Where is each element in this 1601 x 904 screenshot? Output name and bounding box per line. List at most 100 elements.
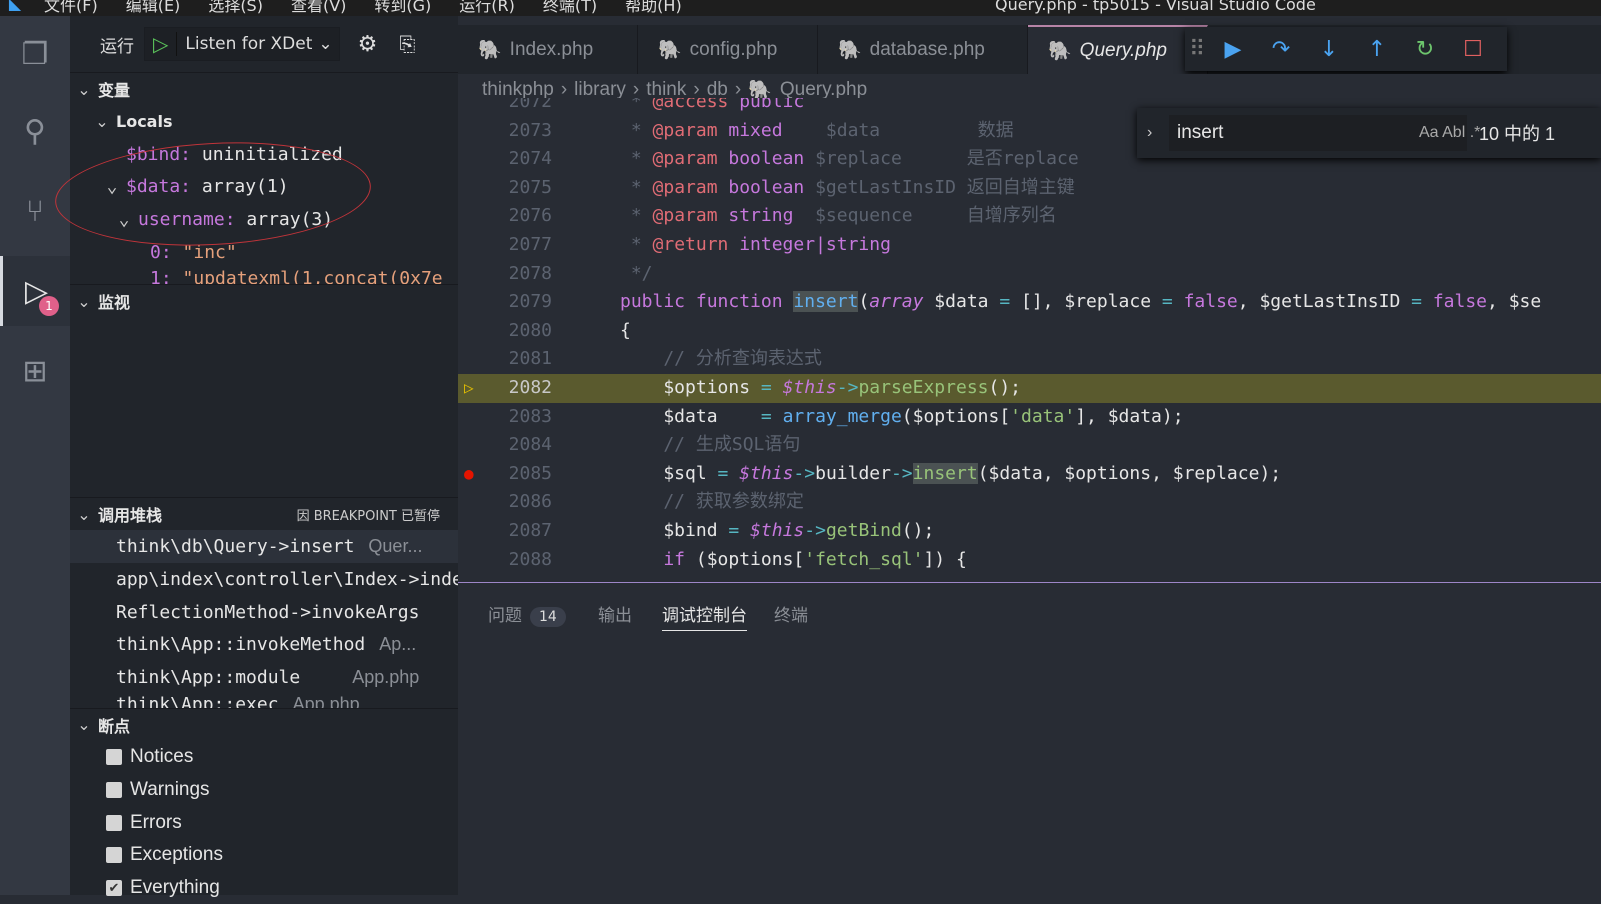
step-out-icon[interactable]: ↑: [1353, 37, 1401, 62]
stack-frame[interactable]: think\db\Query->insert Quer...: [70, 530, 458, 564]
code-line[interactable]: ● 2085 $sql = $this->builder->insert($dat…: [458, 460, 1601, 489]
files-icon[interactable]: ❐: [0, 19, 70, 89]
stop-icon[interactable]: ☐: [1449, 37, 1497, 62]
breakpoints-title: 断点: [98, 716, 131, 736]
step-into-icon[interactable]: ↓: [1305, 37, 1353, 62]
extensions-icon[interactable]: ⊞: [0, 336, 70, 406]
code-line[interactable]: 2079 public function insert(array $data =…: [458, 288, 1601, 317]
code-line[interactable]: 2086 // 获取参数绑定: [458, 488, 1601, 517]
checkbox[interactable]: [106, 749, 122, 766]
step-over-icon[interactable]: ↷: [1257, 37, 1305, 62]
code-line[interactable]: 2087 $bind = $this->getBind();: [458, 517, 1601, 546]
debug-badge: 1: [39, 296, 59, 316]
callstack-header[interactable]: ⌄ 调用堆栈 因 BREAKPOINT 已暂停: [70, 497, 458, 531]
stack-frame[interactable]: app\index\controller\Index->inde: [70, 563, 458, 596]
bottom-panel: 问题 14 输出 调试控制台 终端: [458, 582, 1601, 895]
line-code: */: [620, 262, 653, 284]
code-editor[interactable]: 2072 * @access public 2073 * @param mixed…: [458, 98, 1601, 582]
activity-bar: ❐ ⚲ ⑂ ▷ 1 ⊞: [0, 16, 70, 895]
variable-item[interactable]: ⌄ username: array(3): [70, 203, 458, 236]
variable-item[interactable]: 0: "inc": [70, 236, 458, 269]
code-line[interactable]: 2078 */: [458, 260, 1601, 289]
menu-run[interactable]: 运行(R): [459, 0, 515, 16]
code-line[interactable]: 2080 {: [458, 317, 1601, 346]
run-label: 运行: [100, 36, 134, 57]
stack-frame[interactable]: think\App::invokeMethod Ap...: [70, 629, 458, 662]
launch-config-value: Listen for XDet: [185, 34, 313, 54]
breakpoints-header[interactable]: ⌄ 断点: [70, 707, 458, 741]
menu-view[interactable]: 查看(V): [291, 0, 346, 16]
find-options[interactable]: Aa Abl .*: [1419, 124, 1480, 142]
code-line[interactable]: 2076 * @param string $sequence 自增序列名: [458, 202, 1601, 231]
debug-console-icon[interactable]: ⎘: [399, 32, 415, 56]
stack-frame[interactable]: ReflectionMethod->invokeArgs: [70, 596, 458, 629]
line-code: $sql = $this->builder->insert($data, $op…: [620, 462, 1282, 484]
run-toolbar: 运行 ▷ Listen for XDet ⌄ ⚙ ⎘: [70, 16, 458, 72]
debug-toolbar: ⠿ ▶ ↷ ↓ ↑ ↻ ☐: [1185, 27, 1507, 71]
checkbox[interactable]: [106, 847, 122, 864]
tab-query-php[interactable]: 🐘 Query.php: [1028, 25, 1208, 74]
line-number: 2075: [508, 176, 552, 198]
code-line[interactable]: 2081 // 分析查询表达式: [458, 345, 1601, 374]
menu-help[interactable]: 帮助(H): [625, 0, 682, 16]
code-line[interactable]: ▷ 2082 $options = $this->parseExpress();: [458, 374, 1601, 403]
code-line[interactable]: 2083 $data = array_merge($options['data'…: [458, 403, 1601, 432]
checkbox[interactable]: [106, 781, 122, 798]
breakpoint-warnings[interactable]: Warnings: [70, 774, 458, 807]
locals-label: Locals: [116, 111, 173, 131]
breakpoint-exceptions[interactable]: Exceptions: [70, 839, 458, 872]
source-control-icon[interactable]: ⑂: [0, 176, 70, 246]
drag-handle-icon[interactable]: ⠿: [1185, 37, 1209, 62]
tab-problems[interactable]: 问题 14: [488, 601, 566, 627]
code-line[interactable]: 2077 * @return integer|string: [458, 231, 1601, 260]
breakpoint-icon[interactable]: ●: [464, 460, 474, 489]
tab-index-php[interactable]: 🐘 Index.php: [458, 25, 638, 74]
search-icon[interactable]: ⚲: [0, 96, 70, 166]
breakpoint-everything[interactable]: ✔ Everything: [70, 872, 458, 904]
tab-database-php[interactable]: 🐘 database.php: [818, 25, 1028, 74]
variable-item[interactable]: 1: "updatexml(1,concat(0x7e: [70, 268, 458, 284]
code-line[interactable]: 2084 // 生成SQL语句: [458, 431, 1601, 460]
variable-item[interactable]: ⌄ $data: array(1): [70, 170, 458, 203]
line-code: $bind = $this->getBind();: [620, 520, 935, 541]
launch-config-select[interactable]: ▷ Listen for XDet ⌄: [144, 27, 340, 61]
menu-file[interactable]: 文件(F): [44, 0, 98, 16]
line-number: 2073: [508, 119, 552, 141]
stack-frame[interactable]: think\App::module App.php: [70, 661, 458, 694]
variables-header[interactable]: ⌄ 变量: [70, 72, 458, 105]
gear-icon[interactable]: ⚙: [358, 32, 378, 57]
start-debug-icon[interactable]: ▷: [145, 32, 178, 56]
locals-scope[interactable]: ⌄ Locals: [70, 105, 458, 138]
checkbox-checked[interactable]: ✔: [106, 879, 122, 896]
tab-config-php[interactable]: 🐘 config.php: [638, 25, 818, 74]
variable-item[interactable]: $bind: uninitialized: [70, 138, 458, 171]
stack-frame[interactable]: think\App::exec App.php: [70, 694, 458, 708]
chevron-right-icon[interactable]: ›: [1147, 124, 1152, 142]
code-line[interactable]: 2088 if ($options['fetch_sql']) {: [458, 546, 1601, 575]
menu-edit[interactable]: 编辑(E): [126, 0, 181, 16]
variables-title: 变量: [98, 81, 131, 100]
checkbox[interactable]: [106, 814, 122, 831]
line-number: 2085: [508, 462, 552, 484]
breakpoint-notices[interactable]: Notices: [70, 741, 458, 774]
chevron-down-icon: ⌄: [77, 715, 91, 735]
run-debug-icon[interactable]: ▷ 1: [0, 256, 70, 326]
line-number: 2084: [508, 434, 552, 456]
menu-selection[interactable]: 选择(S): [208, 0, 263, 16]
restart-icon[interactable]: ↻: [1401, 37, 1449, 62]
chevron-down-icon: ⌄: [77, 79, 91, 99]
callstack-title: 调用堆栈: [98, 506, 163, 526]
tab-output[interactable]: 输出: [598, 601, 632, 626]
watch-header[interactable]: ⌄ 监视: [70, 284, 458, 318]
debug-sidebar: 运行 ▷ Listen for XDet ⌄ ⚙ ⎘ ⌄ 变量 ⌄ Locals $…: [70, 16, 524, 898]
tab-debug-console[interactable]: 调试控制台: [662, 601, 747, 631]
chevron-down-icon: ⌄: [95, 111, 109, 131]
continue-icon[interactable]: ▶: [1209, 37, 1257, 62]
breakpoint-errors[interactable]: Errors: [70, 806, 458, 839]
paused-status: 因 BREAKPOINT 已暂停: [296, 508, 440, 524]
code-line[interactable]: 2075 * @param boolean $getLastInsID 返回自增…: [458, 174, 1601, 203]
menu-go[interactable]: 转到(G): [374, 0, 431, 16]
line-number: 2077: [508, 234, 552, 255]
tab-terminal[interactable]: 终端: [774, 601, 808, 626]
menu-terminal[interactable]: 终端(T): [543, 0, 597, 16]
